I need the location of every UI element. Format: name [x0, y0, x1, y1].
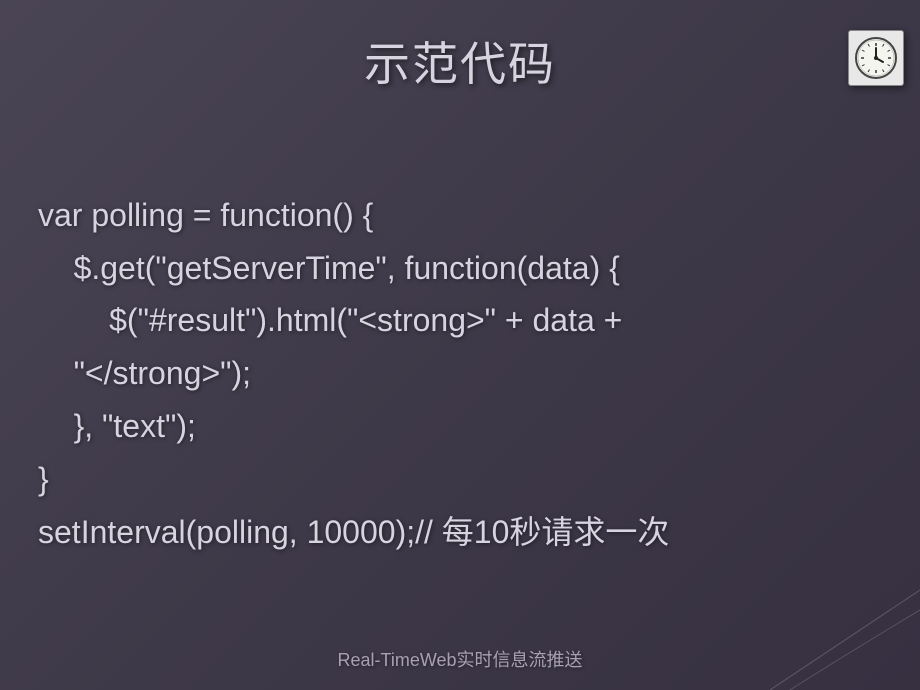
code-block: var polling = function() { $.get("getSer…: [0, 136, 920, 558]
code-line-2: $.get("getServerTime", function(data) {: [38, 250, 620, 286]
code-line-1: var polling = function() {: [38, 197, 373, 233]
slide-title: 示范代码: [0, 0, 920, 94]
clock-icon: [848, 30, 904, 86]
code-line-7: setInterval(polling, 10000);// 每10秒请求一次: [38, 514, 669, 550]
code-line-3: $("#result").html("<strong>" + data +: [38, 302, 631, 338]
corner-decoration: [770, 570, 920, 690]
code-line-6: }: [38, 461, 49, 497]
code-line-5: }, "text");: [38, 408, 196, 444]
code-line-4: "</strong>");: [38, 355, 251, 391]
clock-icon-svg: [853, 35, 899, 81]
